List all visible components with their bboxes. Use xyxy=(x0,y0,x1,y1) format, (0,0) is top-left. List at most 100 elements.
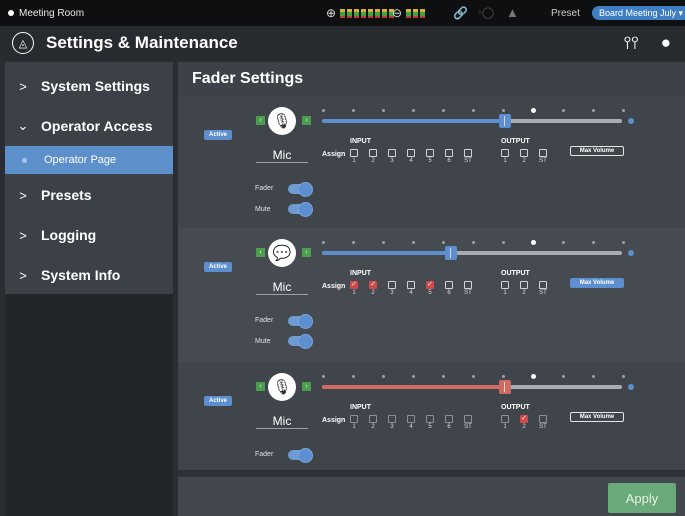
output-number: ST xyxy=(539,424,547,430)
channel-next-button[interactable]: › xyxy=(302,382,311,391)
fader-toggle[interactable] xyxy=(288,448,313,463)
fader-knob[interactable] xyxy=(499,380,511,394)
input-assign-checkbox[interactable] xyxy=(407,149,415,157)
sidebar-item-operator-access[interactable]: ⌄ Operator Access xyxy=(5,106,173,146)
fader-tick xyxy=(322,109,325,112)
channel-next-button[interactable]: › xyxy=(302,116,311,125)
input-assign-checkbox[interactable]: ✓ xyxy=(369,281,377,289)
channel-prev-button[interactable]: ‹ xyxy=(256,116,265,125)
fader-tick xyxy=(531,240,536,245)
fader-tick xyxy=(322,241,325,244)
mute-toggle[interactable] xyxy=(288,202,313,217)
output-assign-checkbox[interactable] xyxy=(520,149,528,157)
output-assign-checkbox[interactable] xyxy=(501,281,509,289)
output-assign-checkbox[interactable]: ✓ xyxy=(520,415,528,423)
input-number: 6 xyxy=(447,424,451,430)
fader-tick xyxy=(562,109,565,112)
output-icon: ⊖ xyxy=(392,6,403,20)
input-assign-checkbox[interactable] xyxy=(388,281,396,289)
fader-tick xyxy=(352,241,355,244)
mixer-settings-icon[interactable]: ⫯⫯ xyxy=(624,33,639,53)
input-number: 6 xyxy=(447,290,451,296)
output-number: 2 xyxy=(522,158,526,164)
input-assign-checkbox[interactable] xyxy=(426,149,434,157)
fader-tick xyxy=(442,241,445,244)
input-assign-checkbox[interactable] xyxy=(407,281,415,289)
speech-bubble-icon[interactable]: 💬 xyxy=(268,239,296,267)
sidebar-item-system-settings[interactable]: > System Settings xyxy=(5,66,173,106)
sidebar-item-logging[interactable]: > Logging xyxy=(5,215,173,255)
output-assign-checkbox[interactable] xyxy=(539,149,547,157)
preset-dropdown[interactable]: Board Meeting July ▾ xyxy=(592,6,685,20)
fader-toggle[interactable] xyxy=(288,314,313,329)
fader-tick xyxy=(592,109,595,112)
input-number: 3 xyxy=(390,424,394,430)
output-assign-checkbox[interactable] xyxy=(501,415,509,423)
input-label: INPUT xyxy=(350,270,371,277)
input-assign-checkbox[interactable] xyxy=(445,149,453,157)
channel-name[interactable]: Mic xyxy=(257,414,307,428)
link-icon[interactable]: 🔗 xyxy=(453,6,468,20)
active-badge[interactable]: Active xyxy=(204,396,232,406)
max-volume-button[interactable]: Max Volume xyxy=(570,412,624,422)
channel-name-underline xyxy=(256,294,308,295)
input-assign-checkbox[interactable] xyxy=(407,415,415,423)
apply-button[interactable]: Apply xyxy=(608,483,676,513)
active-badge[interactable]: Active xyxy=(204,130,232,140)
channel-name[interactable]: Mic xyxy=(257,280,307,294)
fader-tick xyxy=(472,109,475,112)
channel-prev-button[interactable]: ‹ xyxy=(256,248,265,257)
sidebar-item-operator-page[interactable]: Operator Page xyxy=(5,146,173,174)
output-assign-checkbox[interactable] xyxy=(539,415,547,423)
input-assign-checkbox[interactable] xyxy=(369,149,377,157)
active-badge[interactable]: Active xyxy=(204,262,232,272)
channel-name[interactable]: Mic xyxy=(257,148,307,162)
fader-toggle[interactable] xyxy=(288,182,313,197)
fader-tick xyxy=(412,375,415,378)
input-assign-checkbox[interactable] xyxy=(350,415,358,423)
input-assign-checkbox[interactable]: ✓ xyxy=(350,281,358,289)
user-account-icon[interactable]: ● xyxy=(661,33,671,53)
input-assign-checkbox[interactable] xyxy=(388,415,396,423)
warning-icon[interactable]: ▲ xyxy=(506,5,519,20)
channel-next-button[interactable]: › xyxy=(302,248,311,257)
input-assign-checkbox[interactable] xyxy=(350,149,358,157)
input-assign-checkbox[interactable]: ✓ xyxy=(426,281,434,289)
output-assign-checkbox[interactable] xyxy=(539,281,547,289)
fader-knob[interactable] xyxy=(445,246,457,260)
room-name: Meeting Room xyxy=(19,7,85,19)
input-assign-checkbox[interactable] xyxy=(464,149,472,157)
input-number: 1 xyxy=(352,158,356,164)
input-assign-checkbox[interactable] xyxy=(388,149,396,157)
input-assign-checkbox[interactable] xyxy=(369,415,377,423)
fader-tick xyxy=(322,375,325,378)
input-number: 4 xyxy=(409,424,413,430)
sidebar-item-system-info[interactable]: > System Info xyxy=(5,255,173,295)
input-icon: ⊕ xyxy=(326,6,337,20)
sidebar-item-presets[interactable]: > Presets xyxy=(5,175,173,215)
input-meter: ⊕ xyxy=(326,6,395,20)
input-assign-checkbox[interactable] xyxy=(426,415,434,423)
assign-label: Assign xyxy=(322,417,346,424)
max-volume-button[interactable]: Max Volume xyxy=(570,278,624,288)
sidebar-item-label: Operator Page xyxy=(44,154,117,166)
input-assign-checkbox[interactable] xyxy=(445,415,453,423)
microphone-icon[interactable]: 🎙 xyxy=(268,107,296,135)
fader-fill xyxy=(322,119,505,123)
input-assign-checkbox[interactable] xyxy=(464,415,472,423)
input-assign-checkbox[interactable] xyxy=(464,281,472,289)
channel-prev-button[interactable]: ‹ xyxy=(256,382,265,391)
mute-toggle[interactable] xyxy=(288,334,313,349)
input-assign-checkbox[interactable] xyxy=(445,281,453,289)
microphone-icon[interactable]: 🎙 xyxy=(268,373,296,401)
fader-knob[interactable] xyxy=(499,114,511,128)
output-assign-checkbox[interactable] xyxy=(501,149,509,157)
preset-label: Preset xyxy=(551,8,580,19)
output-assign-checkbox[interactable] xyxy=(520,281,528,289)
fader-tick xyxy=(622,109,625,112)
fader-tick xyxy=(472,375,475,378)
fader-tick xyxy=(352,109,355,112)
max-volume-button[interactable]: Max Volume xyxy=(570,146,624,156)
output-number: 1 xyxy=(503,424,507,430)
header-actions: ⫯⫯ ● xyxy=(624,33,671,53)
